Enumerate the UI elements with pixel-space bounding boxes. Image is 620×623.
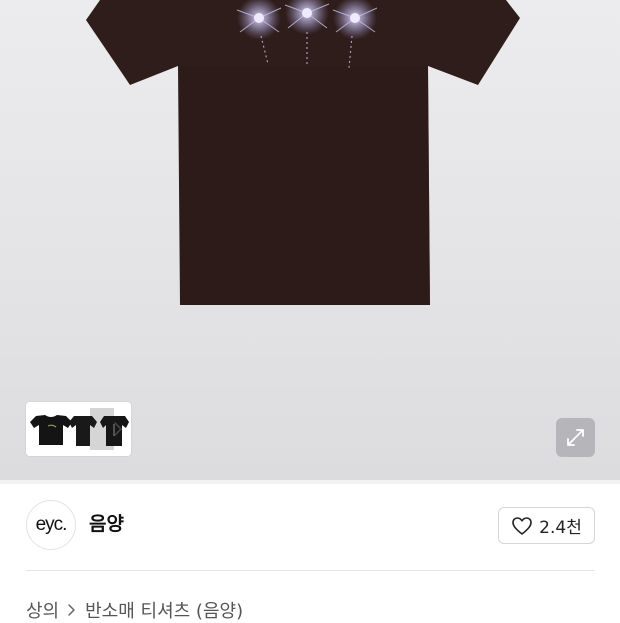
product-image-area[interactable] <box>0 0 620 480</box>
section-divider <box>0 480 620 484</box>
breadcrumb-subcategory[interactable]: 반소매 티셔츠 (음양) <box>85 597 243 623</box>
breadcrumb: 상의 반소매 티셔츠 (음양) <box>26 597 243 623</box>
breadcrumb-category[interactable]: 상의 <box>26 597 59 623</box>
divider <box>26 570 595 571</box>
brand-logo-text: eyc. <box>35 514 68 535</box>
brand-logo[interactable]: eyc. <box>26 500 76 550</box>
like-count: 2.4천 <box>539 518 582 538</box>
expand-icon <box>567 429 584 446</box>
like-button[interactable]: 2.4천 <box>498 507 595 544</box>
heart-icon <box>512 516 532 535</box>
brand-name[interactable]: 음양 <box>89 510 124 538</box>
fullscreen-button[interactable] <box>556 418 595 457</box>
chevron-right-icon[interactable] <box>110 419 126 439</box>
chevron-right-icon <box>68 604 75 616</box>
